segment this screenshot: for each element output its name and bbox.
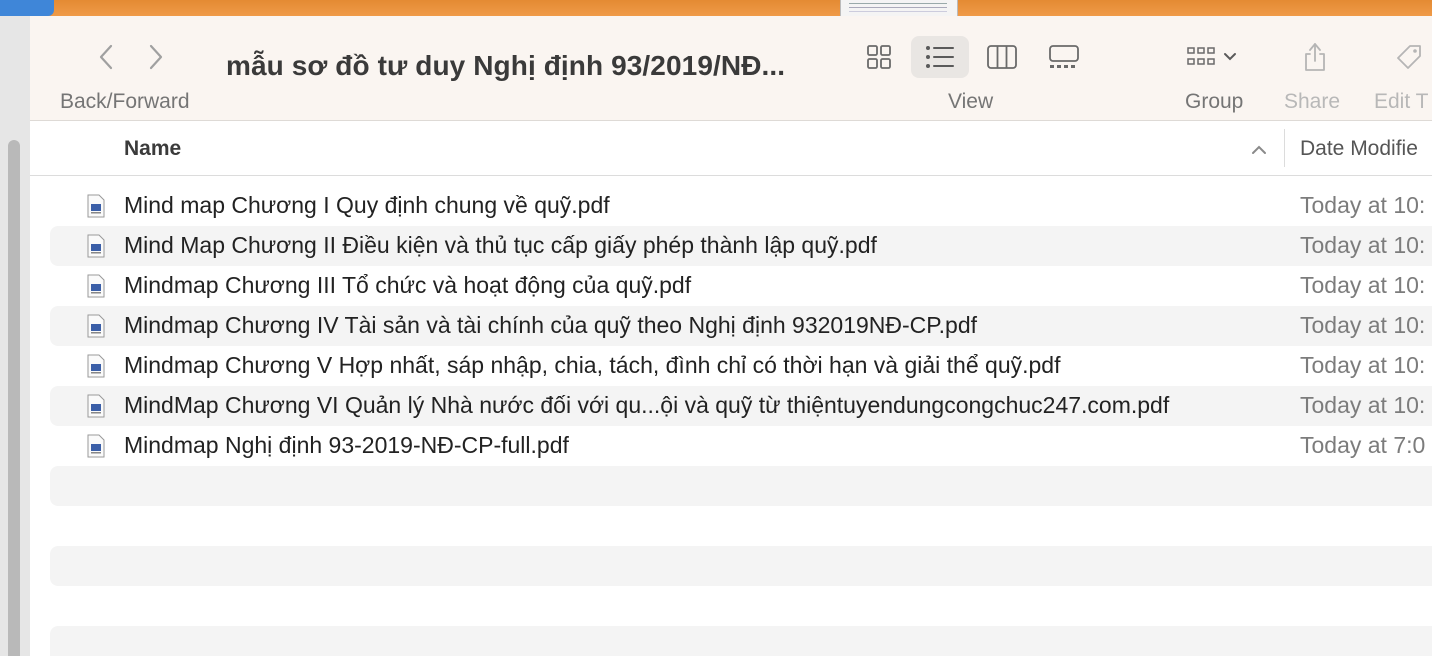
file-row[interactable]: Mind Map Chương II Điều kiện và thủ tục … <box>50 226 1432 266</box>
file-name: Mindmap Nghị định 93-2019-NĐ-CP-full.pdf <box>124 432 569 458</box>
background-window-tab <box>0 0 54 16</box>
tag-icon <box>1397 45 1421 69</box>
column-header: Name Date Modifie <box>30 121 1432 176</box>
file-date: Today at 10: <box>1300 352 1426 378</box>
file-date: Today at 10: <box>1300 232 1426 258</box>
column-view-button[interactable] <box>973 36 1031 78</box>
pdf-file-icon <box>87 314 105 338</box>
file-row[interactable]: Mindmap Chương III Tổ chức và hoạt động … <box>50 266 1432 306</box>
empty-row <box>50 466 1432 506</box>
pdf-file-icon <box>87 274 105 298</box>
view-label: View <box>948 90 994 113</box>
column-divider[interactable] <box>1284 129 1285 167</box>
file-name: MindMap Chương VI Quản lý Nhà nước đối v… <box>124 392 1170 418</box>
pdf-file-icon <box>87 234 105 258</box>
file-row[interactable]: Mindmap Chương V Hợp nhất, sáp nhập, chi… <box>50 346 1432 386</box>
file-date: Today at 10: <box>1300 192 1426 218</box>
background-window-edge <box>0 16 31 656</box>
back-forward-label: Back/Forward <box>60 90 190 113</box>
share-button[interactable] <box>1286 36 1344 78</box>
chevron-down-icon <box>1224 53 1236 61</box>
forward-button[interactable] <box>142 40 170 74</box>
chevron-left-icon <box>99 44 113 70</box>
toolbar: Back/Forward mẫu sơ đồ tư duy Nghị định … <box>30 16 1432 121</box>
grid-view-icon <box>867 45 891 69</box>
background-scrollbar <box>8 140 20 656</box>
pdf-file-icon <box>87 434 105 458</box>
edit-tags-button[interactable] <box>1394 36 1432 78</box>
empty-row <box>50 626 1432 656</box>
list-view-button[interactable] <box>911 36 969 78</box>
chevron-right-icon <box>149 44 163 70</box>
pdf-file-icon <box>87 394 105 418</box>
file-row[interactable]: Mindmap Nghị định 93-2019-NĐ-CP-full.pdf… <box>50 426 1432 466</box>
file-row[interactable]: Mind map Chương I Quy định chung về quỹ.… <box>50 186 1432 226</box>
gallery-view-button[interactable] <box>1035 36 1093 78</box>
group-button[interactable] <box>1180 36 1244 78</box>
finder-window: Back/Forward mẫu sơ đồ tư duy Nghị định … <box>30 16 1432 656</box>
file-row[interactable]: MindMap Chương VI Quản lý Nhà nước đối v… <box>50 386 1432 426</box>
name-column-header[interactable]: Name <box>124 137 181 161</box>
back-button[interactable] <box>92 40 120 74</box>
group-label: Group <box>1185 90 1244 113</box>
file-date: Today at 7:0 <box>1300 432 1426 458</box>
file-name: Mindmap Chương V Hợp nhất, sáp nhập, chi… <box>124 352 1061 378</box>
list-view-icon <box>926 46 954 68</box>
file-name: Mindmap Chương IV Tài sản và tài chính c… <box>124 312 978 338</box>
file-name: Mind map Chương I Quy định chung về quỹ.… <box>124 192 610 218</box>
empty-row <box>50 546 1432 586</box>
share-icon <box>1305 43 1325 71</box>
file-date: Today at 10: <box>1300 392 1426 418</box>
column-view-icon <box>987 45 1017 69</box>
desktop-thumbnail <box>840 0 958 16</box>
group-icon <box>1187 47 1215 65</box>
file-date: Today at 10: <box>1300 272 1426 298</box>
desktop-background <box>0 0 1432 16</box>
window-title: mẫu sơ đồ tư duy Nghị định 93/2019/NĐ... <box>226 50 786 81</box>
pdf-file-icon <box>87 354 105 378</box>
pdf-file-icon <box>87 194 105 218</box>
icon-view-button[interactable] <box>850 36 908 78</box>
file-name: Mind Map Chương II Điều kiện và thủ tục … <box>124 232 877 258</box>
file-date: Today at 10: <box>1300 312 1426 338</box>
edit-tags-label: Edit T <box>1374 90 1429 113</box>
sort-ascending-icon[interactable] <box>1250 143 1268 155</box>
date-modified-column-header[interactable]: Date Modifie <box>1300 137 1418 161</box>
file-row[interactable]: Mindmap Chương IV Tài sản và tài chính c… <box>50 306 1432 346</box>
file-name: Mindmap Chương III Tổ chức và hoạt động … <box>124 272 692 298</box>
gallery-view-icon <box>1049 45 1079 68</box>
share-label: Share <box>1284 90 1341 113</box>
